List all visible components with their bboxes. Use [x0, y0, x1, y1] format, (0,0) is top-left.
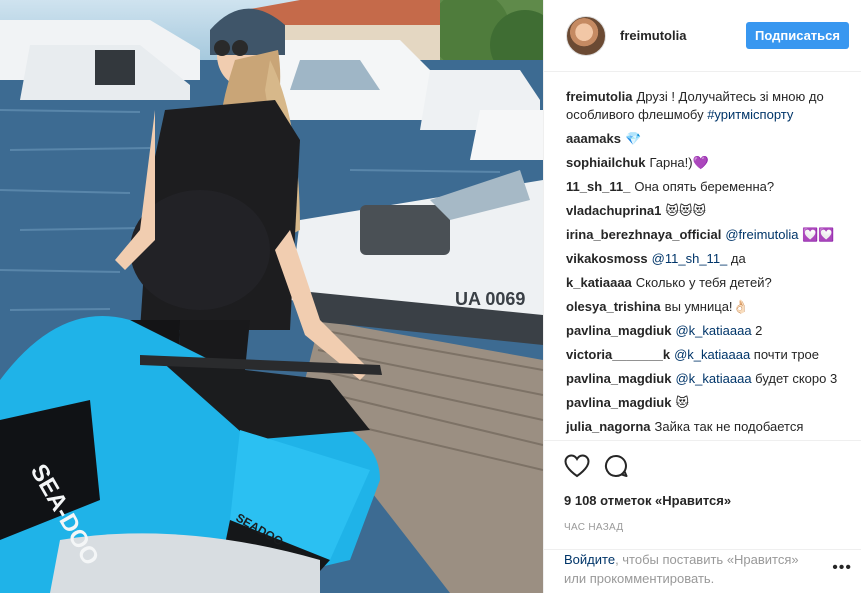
comment-text: Сколько у тебя детей? — [635, 275, 772, 290]
comment-username[interactable]: pavlina_magdiuk — [566, 395, 671, 410]
comment: vladachuprina1 😻😻😻 — [566, 202, 848, 220]
comment-username[interactable]: k_katiaaaa — [566, 275, 632, 290]
more-options-icon[interactable]: ••• — [832, 559, 852, 577]
comment-text: Зайка так не подобается — [654, 419, 804, 434]
comment-username[interactable]: freimutolia — [566, 89, 632, 104]
comment: victoria_______k @k_katiaaaa почти трое — [566, 346, 848, 364]
hashtag-link[interactable]: #уритміспорту — [707, 107, 793, 122]
comment-text: почти трое — [750, 347, 820, 362]
follow-button[interactable]: Подписаться — [745, 22, 849, 49]
comment: julia_nagorna Зайка так не подобается — [566, 418, 848, 436]
comment-username[interactable]: aaamaks — [566, 131, 621, 146]
comment: sophiailchuk Гарна!)💜 — [566, 154, 848, 172]
comment-username[interactable]: vikakosmoss — [566, 251, 648, 266]
comment: irina_berezhnaya_official @freimutolia 💟💟 — [566, 226, 848, 244]
comment-text: будет скоро 3 — [751, 371, 838, 386]
comment-username[interactable]: 11_sh_11_ — [566, 179, 630, 194]
caption: freimutolia Друзі ! Долучайтесь зі мною д… — [566, 88, 848, 124]
action-icons — [564, 453, 842, 483]
comment-username[interactable]: victoria_______k — [566, 347, 670, 362]
comment-text: 2 — [751, 323, 763, 338]
post-side-panel: freimutolia Подписаться freimutolia Друзі… — [543, 0, 861, 593]
post-header: freimutolia Подписаться — [544, 0, 861, 72]
comment-username[interactable]: vladachuprina1 — [566, 203, 661, 218]
comment-text: Она опять беременна? — [634, 179, 775, 194]
comment-text: 😻 — [675, 395, 690, 410]
comment-text: 💎 — [624, 131, 642, 146]
comment-text: 😻😻😻 — [665, 203, 707, 218]
comments-list[interactable]: freimutolia Друзі ! Долучайтесь зі мною д… — [544, 72, 861, 440]
login-link[interactable]: Войдите — [564, 552, 615, 567]
comment-username[interactable]: julia_nagorna — [566, 419, 651, 434]
login-prompt: Войдите, чтобы поставить «Нравится» или … — [544, 549, 861, 588]
comment-username[interactable]: sophiailchuk — [566, 155, 645, 170]
login-text: Войдите, чтобы поставить «Нравится» или … — [564, 550, 824, 588]
post-photo[interactable]: UA 0069 SEA-DOO SEADOO — [0, 0, 543, 593]
comment-username[interactable]: pavlina_magdiuk — [566, 323, 671, 338]
boat-registration: UA 0069 — [455, 289, 525, 309]
comment-icon[interactable] — [604, 454, 628, 483]
comment-username[interactable]: olesya_trishina — [566, 299, 661, 314]
comment-text: да — [727, 251, 746, 266]
comment-text: Гарна!)💜 — [649, 155, 709, 170]
photo-scene: UA 0069 SEA-DOO SEADOO — [0, 0, 543, 593]
likes-count[interactable]: 9 108 отметок «Нравится» — [564, 493, 842, 508]
mention-link[interactable]: @freimutolia — [725, 227, 798, 242]
actions-section: 9 108 отметок «Нравится» ЧАС НАЗАД Войди… — [544, 440, 861, 593]
author-username[interactable]: freimutolia — [620, 28, 746, 43]
mention-link[interactable]: @k_katiaaaa — [675, 371, 751, 386]
mention-link[interactable]: @11_sh_11_ — [652, 251, 728, 266]
comment: pavlina_magdiuk 😻 — [566, 394, 848, 412]
comment-username[interactable]: pavlina_magdiuk — [566, 371, 671, 386]
comment-text: 💟💟 — [798, 227, 835, 242]
comment-text: вы умница!👌🏻 — [664, 299, 749, 314]
mention-link[interactable]: @k_katiaaaa — [675, 323, 751, 338]
heart-icon[interactable] — [564, 453, 590, 483]
post-view: UA 0069 SEA-DOO SEADOO freimutolia Подпи… — [0, 0, 861, 593]
comment: pavlina_magdiuk @k_katiaaaa будет скоро 3 — [566, 370, 848, 388]
comment: k_katiaaaa Сколько у тебя детей? — [566, 274, 848, 292]
mention-link[interactable]: @k_katiaaaa — [674, 347, 750, 362]
comment: aaamaks 💎 — [566, 130, 848, 148]
comment: 11_sh_11_ Она опять беременна? — [566, 178, 848, 196]
avatar[interactable] — [566, 15, 606, 56]
post-timestamp: ЧАС НАЗАД — [564, 522, 624, 533]
comment-username[interactable]: irina_berezhnaya_official — [566, 227, 721, 242]
comment: vikakosmoss @11_sh_11_ да — [566, 250, 848, 268]
comment: olesya_trishina вы умница!👌🏻 — [566, 298, 848, 316]
comment: pavlina_magdiuk @k_katiaaaa 2 — [566, 322, 848, 340]
